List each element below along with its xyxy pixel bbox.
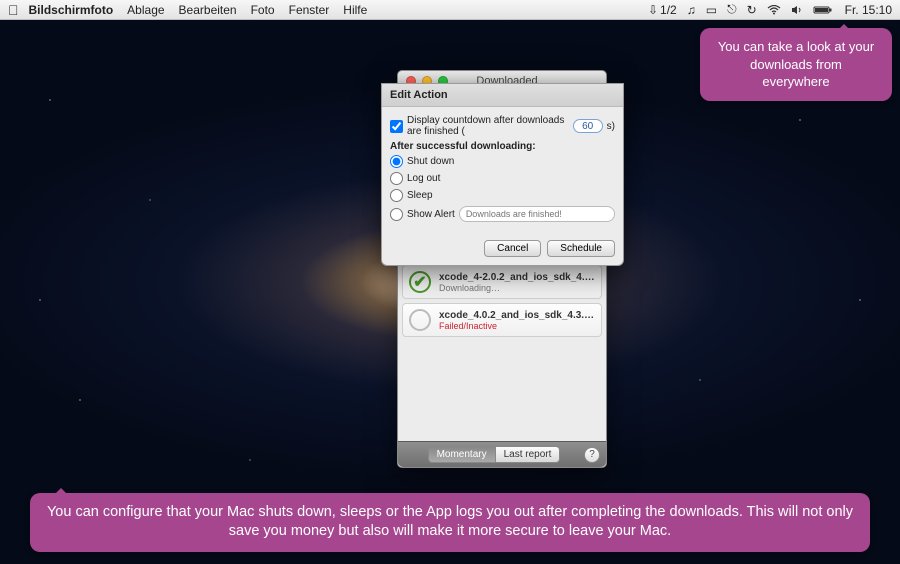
menu-foto[interactable]: Foto — [251, 3, 275, 17]
logout-label: Log out — [407, 173, 440, 184]
sleep-label: Sleep — [407, 190, 433, 201]
menu-bearbeiten[interactable]: Bearbeiten — [179, 3, 237, 17]
bottom-tooltip: You can configure that your Mac shuts do… — [30, 493, 870, 552]
cancel-button[interactable]: Cancel — [484, 240, 541, 257]
shutdown-radio[interactable] — [390, 155, 403, 168]
wifi-icon[interactable] — [767, 5, 781, 15]
shutdown-label: Shut down — [407, 156, 454, 167]
volume-icon[interactable] — [791, 5, 803, 15]
success-check-icon: ✔ — [409, 271, 431, 293]
download-status: Failed/Inactive — [439, 321, 595, 331]
download-menubar-status[interactable]: ⇩ 1/2 — [648, 3, 677, 17]
apple-menu-icon[interactable]:  — [8, 2, 19, 18]
menu-ablage[interactable]: Ablage — [127, 3, 164, 17]
show-alert-radio[interactable] — [390, 208, 403, 221]
sleep-radio[interactable] — [390, 189, 403, 202]
download-name: xcode_4.0.2_and_ios_sdk_4.3.dmg — [439, 310, 595, 321]
download-item[interactable]: xcode_4.0.2_and_ios_sdk_4.3.dmg Failed/I… — [402, 303, 602, 337]
menubar-clock[interactable]: Fr. 15:10 — [845, 3, 892, 17]
countdown-seconds-field[interactable] — [573, 119, 603, 133]
menu-fenster[interactable]: Fenster — [289, 3, 330, 17]
menubar-app-name[interactable]: Bildschirmfoto — [29, 3, 114, 17]
menubar:  Bildschirmfoto Ablage Bearbeiten Foto … — [0, 0, 900, 20]
download-arrow-icon: ⇩ — [648, 3, 658, 17]
last-report-tab[interactable]: Last report — [495, 446, 561, 463]
download-count: 1/2 — [660, 3, 677, 17]
download-item[interactable]: ✔ xcode_4-2.0.2_and_ios_sdk_4.3.dmg Down… — [402, 265, 602, 299]
timemachine-icon[interactable]: ↻ — [747, 3, 757, 17]
window-footer: Momentary Last report ? — [398, 441, 606, 467]
display-icon[interactable]: ▭ — [706, 3, 717, 17]
show-alert-label: Show Alert — [407, 209, 455, 220]
download-name: xcode_4-2.0.2_and_ios_sdk_4.3.dmg — [439, 272, 595, 283]
download-status: Downloading… — [439, 283, 595, 293]
progress-circle-icon — [409, 309, 431, 331]
sheet-title: Edit Action — [382, 84, 623, 107]
alert-text-field[interactable] — [459, 206, 615, 222]
logout-radio[interactable] — [390, 172, 403, 185]
momentary-tab[interactable]: Momentary — [428, 446, 495, 463]
countdown-checkbox[interactable] — [390, 120, 403, 133]
countdown-label-post: s) — [607, 121, 615, 132]
bluetooth-icon[interactable]: ⎋ — [727, 2, 737, 17]
countdown-label-pre: Display countdown after downloads are fi… — [407, 115, 569, 137]
help-button[interactable]: ? — [584, 447, 600, 463]
itunes-icon[interactable]: ♫ — [687, 3, 696, 17]
battery-icon[interactable] — [813, 5, 833, 15]
menu-hilfe[interactable]: Hilfe — [343, 3, 367, 17]
after-downloading-label: After successful downloading: — [390, 141, 615, 152]
schedule-button[interactable]: Schedule — [547, 240, 615, 257]
top-tooltip: You can take a look at your downloads fr… — [700, 28, 892, 101]
edit-action-sheet: Edit Action Display countdown after down… — [381, 83, 624, 266]
